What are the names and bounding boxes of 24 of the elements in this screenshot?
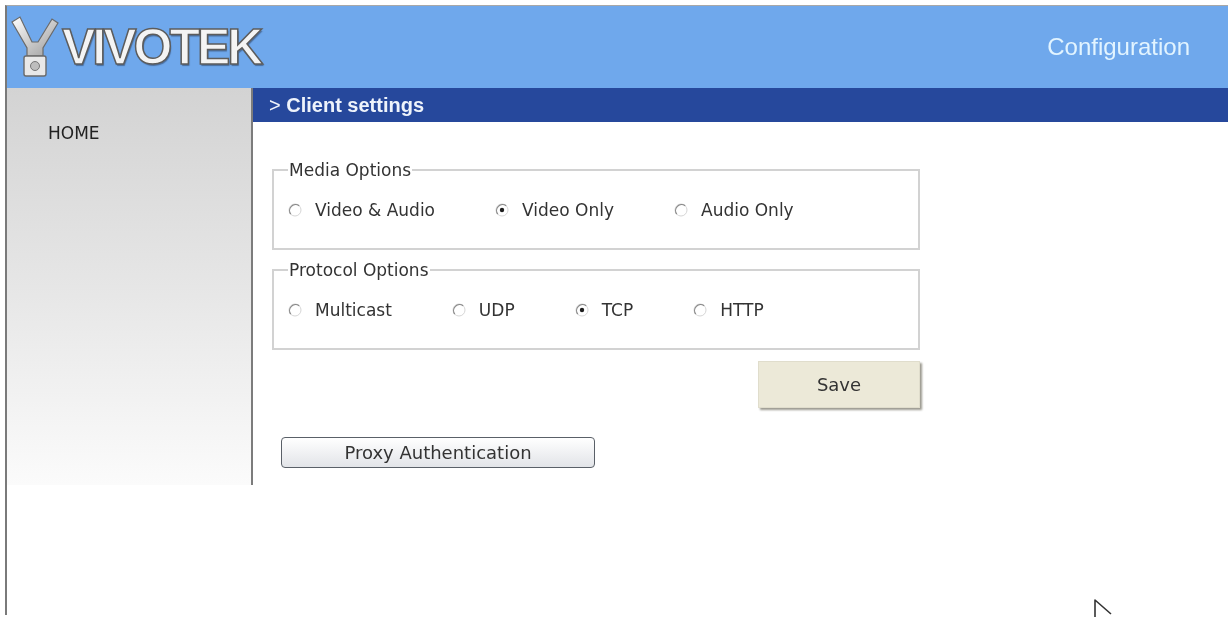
radio-icon[interactable] <box>288 303 302 317</box>
radio-icon[interactable] <box>288 203 302 217</box>
radio-icon[interactable] <box>693 303 708 317</box>
group-legend: Media Options <box>288 160 413 180</box>
radio-option[interactable]: Multicast <box>288 299 392 321</box>
radio-option[interactable]: Audio Only <box>674 199 794 221</box>
radio-option[interactable]: UDP <box>451 299 515 321</box>
radio-option[interactable]: Video Only <box>495 199 614 221</box>
radio-icon[interactable] <box>451 303 466 317</box>
sidebar-item[interactable]: HOME <box>48 123 100 143</box>
proxy-authentication-button[interactable]: Proxy Authentication <box>281 437 595 468</box>
radio-icon[interactable] <box>674 203 688 217</box>
radio-option[interactable]: TCP <box>574 299 634 321</box>
section-title: > Client settings <box>269 93 425 117</box>
save-button[interactable]: Save <box>758 361 920 408</box>
group-legend: Protocol Options <box>288 260 430 280</box>
header-title: Configuration <box>1047 33 1190 61</box>
radio-icon[interactable] <box>495 203 509 217</box>
radio-option[interactable]: Video & Audio <box>288 199 435 221</box>
logo-icon <box>10 16 60 78</box>
brand-logo: VIVOTEK <box>62 22 261 72</box>
radio-option[interactable]: HTTP <box>693 299 764 321</box>
radio-icon[interactable] <box>574 303 589 317</box>
mouse-pointer-icon <box>1093 598 1113 618</box>
